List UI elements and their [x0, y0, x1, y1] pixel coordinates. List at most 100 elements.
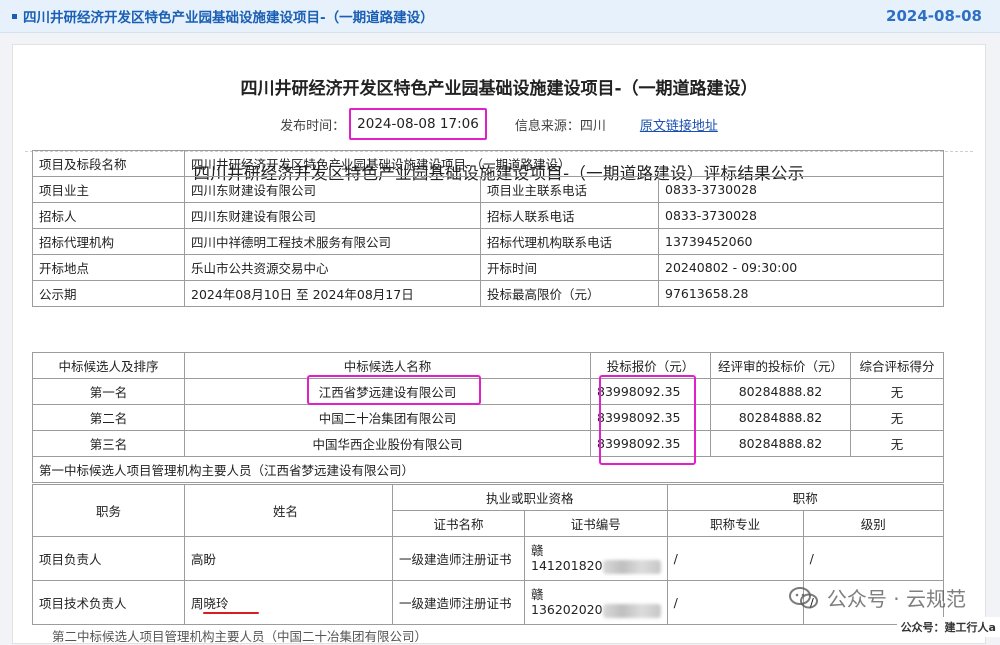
breadcrumb-title[interactable]: 四川井研经济开发区特色产业园基础设施建设项目-（一期道路建设） [23, 6, 434, 26]
col-name: 中标候选人名称 [184, 352, 591, 379]
agency-label: 招标代理机构 [32, 228, 185, 255]
table-header-row: 职务 姓名 执业或职业资格 职称 [32, 484, 945, 537]
table-row: 第一中标候选人项目管理机构主要人员（江西省梦远建设有限公司） [32, 456, 944, 483]
source-label: 信息来源：四川 [514, 118, 606, 134]
bullet-icon [12, 13, 17, 19]
table-row: 项目及标段名称 四川井研经济开发区特色产业园基础设施建设项目-（一期道路建设） [32, 150, 944, 177]
col-qualification: 执业或职业资格 [392, 484, 668, 511]
agency-phone-label: 招标代理机构联系电话 [480, 228, 659, 255]
col-rank: 中标候选人及排序 [32, 352, 185, 379]
owner-phone: 0833-3730028 [658, 176, 944, 203]
table-row: 项目业主 四川东财建设有限公司 项目业主联系电话 0833-3730028 [32, 176, 944, 203]
period-label: 公示期 [32, 280, 185, 307]
table-header-row: 中标候选人及排序 中标候选人名称 投标报价（元） 经评审的投标价（元） 综合评标… [32, 352, 944, 379]
col-bid: 投标报价（元） [590, 352, 711, 379]
agency-phone: 13739452060 [658, 228, 944, 255]
rank: 第一名 [32, 378, 185, 405]
col-level: 级别 [802, 510, 945, 537]
agency: 四川中祥德明工程技术服务有限公司 [184, 228, 481, 255]
candidates-table: 中标候选人及排序 中标候选人名称 投标报价（元） 经评审的投标价（元） 综合评标… [32, 352, 944, 483]
table-row: 招标代理机构 四川中祥德明工程技术服务有限公司 招标代理机构联系电话 13739… [32, 228, 944, 255]
rank: 第三名 [32, 430, 185, 457]
table-row: 开标地点 乐山市公共资源交易中心 开标时间 20240802 - 09:30:0… [32, 254, 944, 281]
bid-price: 83998092.35 [590, 404, 711, 431]
candidate-name: 中国华西企业股份有限公司 [184, 430, 591, 457]
project-name: 四川井研经济开发区特色产业园基础设施建设项目-（一期道路建设） [184, 150, 944, 177]
tenderer-phone: 0833-3730028 [658, 202, 944, 229]
top-bar: 四川井研经济开发区特色产业园基础设施建设项目-（一期道路建设） 2024-08-… [0, 0, 1000, 33]
position: 项目技术负责人 [32, 580, 185, 625]
candidate-name: 中国二十冶集团有限公司 [184, 404, 591, 431]
owner-label: 项目业主 [32, 176, 185, 203]
cert-prefix: 赣 [531, 587, 544, 603]
col-cert-no: 证书编号 [524, 510, 668, 537]
col-position: 职务 [32, 484, 185, 537]
col-cert-name: 证书名称 [392, 510, 525, 537]
cert-no: 赣 141201820 [524, 536, 668, 581]
venue: 乐山市公共资源交易中心 [184, 254, 481, 281]
position: 项目负责人 [32, 536, 185, 581]
level: / [802, 536, 945, 581]
owner: 四川东财建设有限公司 [184, 176, 481, 203]
specialty: / [666, 580, 804, 625]
cert-name: 一级建造师注册证书 [392, 580, 525, 625]
cert-number: 141201820 [531, 558, 603, 574]
cert-no: 赣 136202020 [524, 580, 668, 625]
col-person-name: 姓名 [184, 484, 393, 537]
venue-label: 开标地点 [32, 254, 185, 281]
corner-watermark: 公众号：建工行人a [896, 617, 1000, 637]
person-name: 高盼 [184, 536, 393, 581]
cert-name: 一级建造师注册证书 [392, 536, 525, 581]
col-review: 经评审的投标价（元） [710, 352, 851, 379]
review-price: 80284888.82 [710, 378, 851, 405]
open-time-label: 开标时间 [480, 254, 659, 281]
header-date: 2024-08-08 [886, 7, 982, 25]
wechat-icon [788, 586, 818, 608]
red-underline [203, 612, 259, 614]
review-price: 80284888.82 [710, 430, 851, 457]
breadcrumb[interactable]: 四川井研经济开发区特色产业园基础设施建设项目-（一期道路建设） [12, 6, 434, 26]
redacted-blur [602, 559, 661, 574]
review-price: 80284888.82 [710, 404, 851, 431]
original-link[interactable]: 原文链接地址 [640, 115, 718, 134]
score: 无 [850, 430, 944, 457]
cert-prefix: 赣 [531, 543, 544, 559]
publish-label: 发布时间： [280, 118, 346, 134]
rank: 第二名 [32, 404, 185, 431]
tenderer-phone-label: 招标人联系电话 [480, 202, 659, 229]
table-row: 招标人 四川东财建设有限公司 招标人联系电话 0833-3730028 [32, 202, 944, 229]
redacted-blur [602, 603, 661, 618]
candidate-name: 江西省梦远建设有限公司 [184, 378, 591, 405]
col-title: 职称 [666, 484, 945, 511]
col-specialty: 职称专业 [666, 510, 804, 537]
max-price-label: 投标最高限价（元） [480, 280, 659, 307]
info-table: 项目及标段名称 四川井研经济开发区特色产业园基础设施建设项目-（一期道路建设） … [32, 150, 944, 307]
owner-phone-label: 项目业主联系电话 [480, 176, 659, 203]
person-name: 周晓玲 [184, 580, 393, 625]
score: 无 [850, 378, 944, 405]
table-row: 第一名 江西省梦远建设有限公司 83998092.35 80284888.82 … [32, 378, 944, 405]
bid-price: 83998092.35 [590, 430, 711, 457]
article-title: 四川井研经济开发区特色产业园基础设施建设项目-（一期道路建设） [240, 79, 758, 99]
bid-price: 83998092.35 [590, 378, 711, 405]
cert-number: 136202020 [531, 602, 603, 618]
project-name-label: 项目及标段名称 [32, 150, 185, 177]
score: 无 [850, 404, 944, 431]
open-time: 20240802 - 09:30:00 [658, 254, 944, 281]
period: 2024年08月10日 至 2024年08月17日 [184, 280, 481, 307]
tenderer-label: 招标人 [32, 202, 185, 229]
watermark: 公众号 · 云规范 [788, 583, 966, 612]
article-meta: 发布时间： 2024-08-08 17:06 信息来源：四川 原文链接地址 [13, 108, 985, 140]
publish-time: 2024-08-08 17:06 [349, 108, 487, 140]
tenderer: 四川东财建设有限公司 [184, 202, 481, 229]
next-section-title: 第二中标候选人项目管理机构主要人员（中国二十冶集团有限公司） [52, 629, 428, 644]
table-row: 第二名 中国二十冶集团有限公司 83998092.35 80284888.82 … [32, 404, 944, 431]
max-price: 97613658.28 [658, 280, 944, 307]
col-score: 综合评标得分 [850, 352, 944, 379]
watermark-text: 公众号 · 云规范 [826, 587, 966, 611]
staff-section-title: 第一中标候选人项目管理机构主要人员（江西省梦远建设有限公司） [32, 456, 944, 483]
table-row: 第三名 中国华西企业股份有限公司 83998092.35 80284888.82… [32, 430, 944, 457]
table-row: 公示期 2024年08月10日 至 2024年08月17日 投标最高限价（元） … [32, 280, 944, 307]
specialty: / [666, 536, 804, 581]
table-row: 项目负责人 高盼 一级建造师注册证书 赣 141201820 / / [32, 536, 945, 581]
